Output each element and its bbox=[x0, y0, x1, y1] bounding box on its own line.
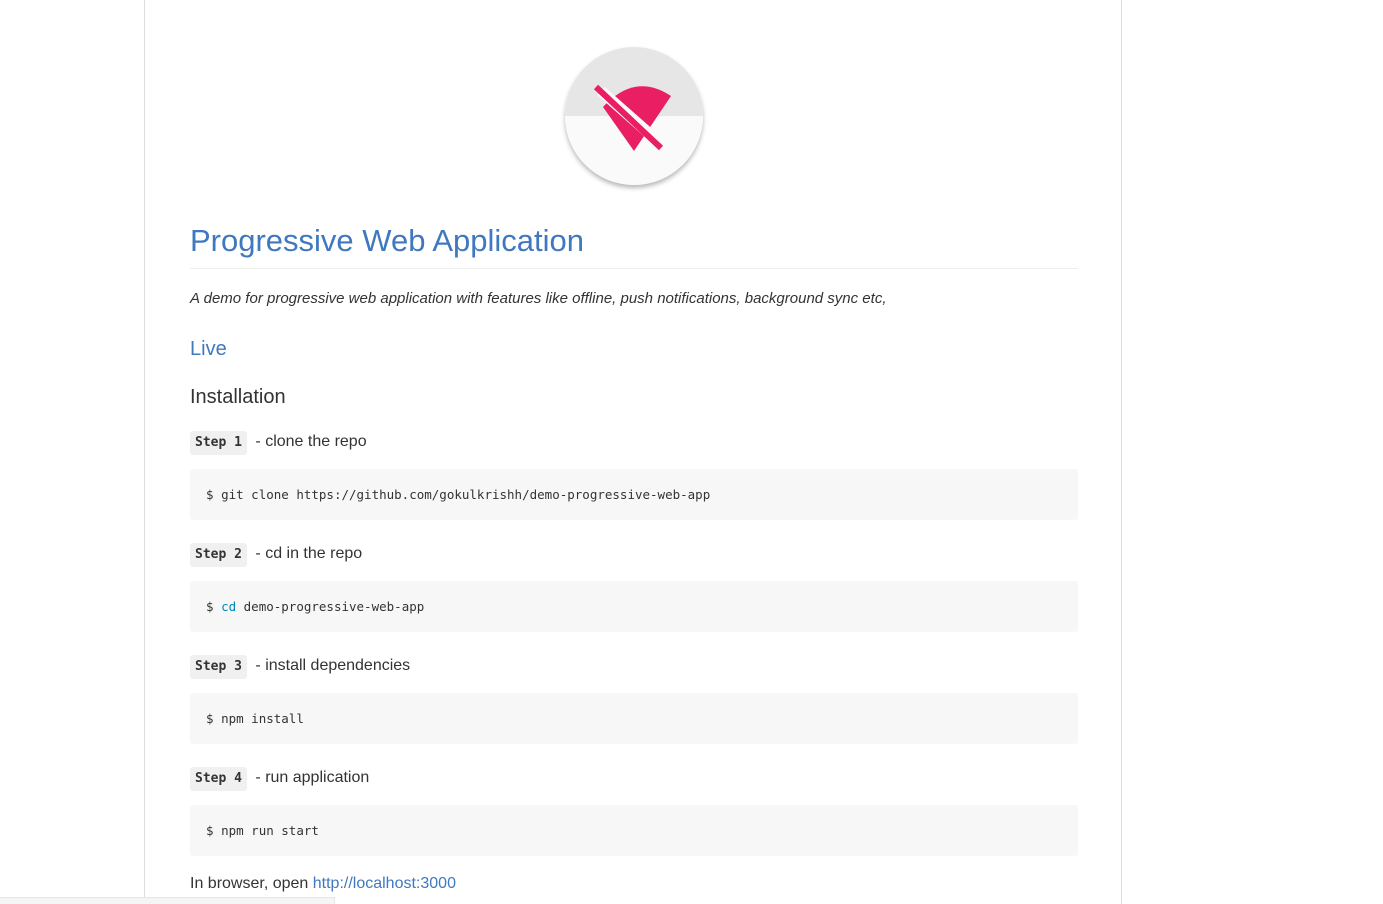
step-description: - cd in the repo bbox=[250, 545, 363, 562]
shell-prompt: $ bbox=[206, 487, 222, 502]
shell-command: cd bbox=[221, 599, 237, 614]
browser-text: In browser, open bbox=[190, 875, 313, 892]
installation-heading: Installation bbox=[190, 386, 286, 408]
step-label: Step 3 bbox=[190, 655, 247, 679]
shell-prompt: $ bbox=[206, 599, 222, 614]
shell-command: npm run start bbox=[221, 823, 319, 838]
step-3-line: Step 3 - install dependencies bbox=[190, 653, 410, 679]
code-block-step-3[interactable]: $ npm install bbox=[190, 693, 1078, 744]
app-logo bbox=[565, 47, 703, 185]
step-label: Step 1 bbox=[190, 431, 247, 455]
step-label: Step 4 bbox=[190, 767, 247, 791]
step-2-line: Step 2 - cd in the repo bbox=[190, 541, 362, 567]
step-1-line: Step 1 - clone the repo bbox=[190, 429, 367, 455]
step-label: Step 2 bbox=[190, 543, 247, 567]
shell-prompt: $ bbox=[206, 711, 222, 726]
step-4-line: Step 4 - run application bbox=[190, 765, 369, 791]
shell-prompt: $ bbox=[206, 823, 222, 838]
project-description: A demo for progressive web application w… bbox=[190, 290, 887, 307]
live-demo-link[interactable]: Live bbox=[190, 336, 227, 362]
browser-instruction: In browser, open http://localhost:3000 bbox=[190, 872, 456, 896]
code-block-step-2[interactable]: $ cd demo-progressive-web-app bbox=[190, 581, 1078, 632]
browser-status-bar bbox=[0, 897, 335, 904]
step-description: - install dependencies bbox=[250, 657, 411, 674]
step-description: - clone the repo bbox=[250, 433, 367, 450]
localhost-link[interactable]: http://localhost:3000 bbox=[313, 875, 456, 892]
page-title: Progressive Web Application bbox=[190, 223, 585, 258]
readme-page: Progressive Web Application A demo for p… bbox=[144, 0, 1122, 904]
shell-command: git clone https://github.com/gokulkrishh… bbox=[221, 487, 711, 502]
title-divider bbox=[190, 268, 1078, 269]
step-description: - run application bbox=[250, 769, 370, 786]
code-block-step-1[interactable]: $ git clone https://github.com/gokulkris… bbox=[190, 469, 1078, 520]
shell-args: demo-progressive-web-app bbox=[236, 599, 425, 614]
wifi-off-icon bbox=[565, 47, 703, 185]
shell-command: npm install bbox=[221, 711, 304, 726]
code-block-step-4[interactable]: $ npm run start bbox=[190, 805, 1078, 856]
